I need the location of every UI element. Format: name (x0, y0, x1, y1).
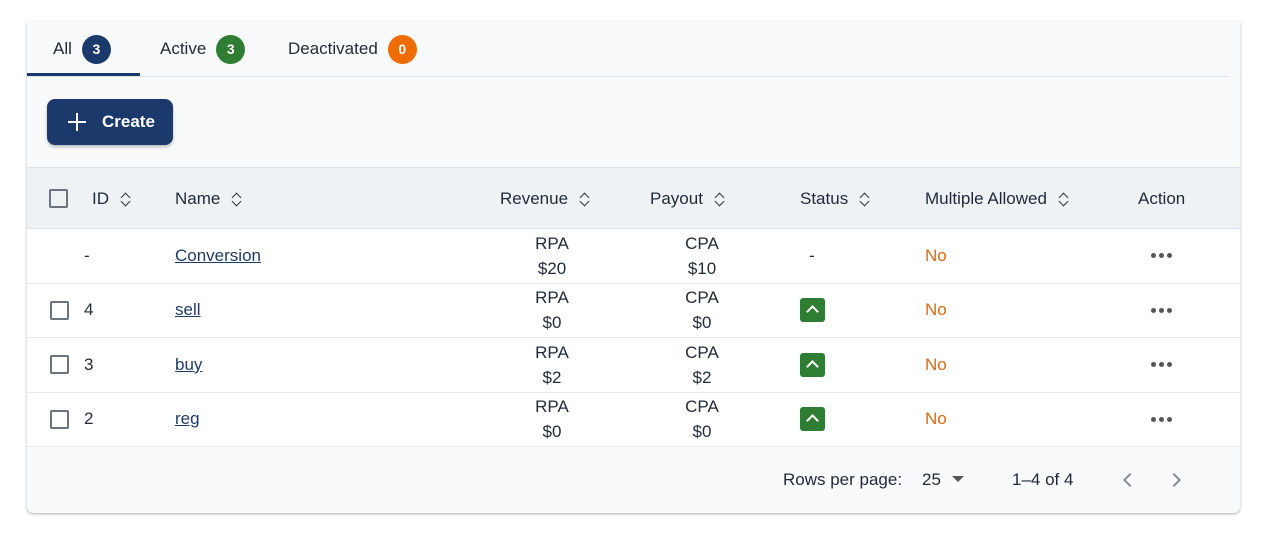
plus-icon (67, 112, 87, 132)
row-multiple-allowed: No (925, 300, 947, 320)
payout-type: CPA (685, 342, 719, 362)
header-payout-label: Payout (650, 188, 703, 208)
header-id-label: ID (92, 188, 109, 208)
header-action-label: Action (1138, 188, 1186, 208)
row-revenue: RPA $2 (522, 338, 582, 392)
row-name-link[interactable]: Conversion (175, 246, 261, 266)
events-table: ID Name Revenue Payout Status Multiple A… (27, 167, 1240, 447)
tab-all[interactable]: All 3 (53, 22, 111, 76)
table-header: ID Name Revenue Payout Status Multiple A… (27, 167, 1240, 229)
row-id: 2 (84, 409, 94, 429)
sort-icon (859, 191, 871, 207)
header-name-label: Name (175, 188, 221, 208)
active-tab-indicator (27, 73, 140, 76)
payout-value: $0 (692, 422, 712, 442)
table-row: 2 reg RPA $0 CPA $0 No (27, 392, 1240, 447)
sort-icon (579, 191, 591, 207)
sort-icon (231, 191, 243, 207)
tabs-bar: All 3 Active 3 Deactivated 0 (27, 22, 1229, 77)
create-button-label: Create (102, 112, 155, 131)
payout-value: $2 (692, 367, 712, 387)
row-revenue: RPA $0 (522, 284, 582, 338)
row-multiple-allowed: No (925, 245, 947, 265)
payout-type: CPA (685, 233, 719, 253)
payout-value: $10 (687, 258, 717, 278)
select-all-checkbox-cell (49, 168, 68, 229)
row-revenue: RPA $20 (522, 229, 582, 283)
tab-active-label: Active (160, 39, 207, 58)
revenue-type: RPA (535, 342, 569, 362)
revenue-type: RPA (535, 233, 569, 253)
payout-value: $0 (692, 313, 712, 333)
sort-icon (120, 191, 132, 207)
row-multiple-allowed: No (925, 354, 947, 374)
tab-deactivated-label: Deactivated (288, 39, 378, 58)
header-payout[interactable]: Payout (650, 168, 726, 229)
revenue-type: RPA (535, 288, 569, 308)
row-payout: CPA $0 (672, 284, 732, 338)
payout-type: CPA (685, 288, 719, 308)
header-status[interactable]: Status (800, 168, 871, 229)
table-row: 4 sell RPA $0 CPA $0 No (27, 283, 1240, 338)
row-payout: CPA $10 (672, 229, 732, 283)
status-active-icon[interactable] (800, 407, 825, 432)
revenue-value: $0 (542, 422, 562, 442)
row-payout: CPA $0 (672, 393, 732, 447)
header-status-label: Status (800, 188, 849, 208)
row-checkbox[interactable] (50, 409, 69, 429)
more-actions-icon[interactable] (1151, 416, 1172, 422)
select-all-checkbox[interactable] (49, 189, 68, 208)
row-name-link[interactable]: sell (175, 300, 201, 320)
more-actions-icon[interactable] (1151, 253, 1172, 259)
row-id: - (84, 245, 90, 265)
revenue-value: $0 (542, 313, 562, 333)
tab-all-count-badge: 3 (81, 34, 111, 64)
tab-active-count-badge: 3 (216, 34, 246, 64)
header-action: Action (1138, 168, 1185, 229)
revenue-value: $20 (537, 258, 567, 278)
status-active-icon[interactable] (800, 352, 825, 377)
revenue-value: $2 (542, 367, 562, 387)
header-id[interactable]: ID (92, 168, 132, 229)
caret-down-icon[interactable] (952, 476, 964, 482)
create-button[interactable]: Create (47, 99, 173, 145)
rows-per-page-select[interactable]: 25 (922, 470, 941, 490)
sort-icon (1058, 191, 1070, 207)
row-id: 3 (84, 354, 94, 374)
row-multiple-allowed: No (925, 409, 947, 429)
chevron-left-icon[interactable] (1122, 472, 1138, 488)
status-active-icon[interactable] (800, 298, 825, 323)
tab-all-label: All (53, 39, 72, 58)
sort-icon (714, 191, 726, 207)
rows-per-page-label: Rows per page: (783, 470, 903, 489)
events-card: All 3 Active 3 Deactivated 0 Create ID N… (27, 22, 1240, 513)
pagination-range: 1–4 of 4 (1012, 470, 1074, 489)
pagination-bar: Rows per page: 25 1–4 of 4 (27, 448, 1240, 513)
row-checkbox[interactable] (50, 355, 69, 375)
header-multiple-allowed[interactable]: Multiple Allowed (925, 168, 1070, 229)
header-multiple-allowed-label: Multiple Allowed (925, 188, 1047, 208)
row-id: 4 (84, 300, 94, 320)
row-name-link[interactable]: buy (175, 355, 202, 375)
header-name[interactable]: Name (175, 168, 243, 229)
table-row: - Conversion RPA $20 CPA $10 - No (27, 229, 1240, 284)
row-checkbox[interactable] (50, 300, 69, 320)
row-status: - (809, 245, 815, 265)
tab-deactivated[interactable]: Deactivated 0 (288, 22, 417, 76)
more-actions-icon[interactable] (1151, 362, 1172, 368)
row-name-link[interactable]: reg (175, 409, 200, 429)
chevron-right-icon[interactable] (1166, 472, 1182, 488)
row-revenue: RPA $0 (522, 393, 582, 447)
table-row: 3 buy RPA $2 CPA $2 No (27, 338, 1240, 393)
more-actions-icon[interactable] (1151, 307, 1172, 313)
tab-deactivated-count-badge: 0 (387, 34, 417, 64)
header-revenue[interactable]: Revenue (500, 168, 591, 229)
tab-active[interactable]: Active 3 (160, 22, 246, 76)
header-revenue-label: Revenue (500, 188, 569, 208)
row-payout: CPA $2 (672, 338, 732, 392)
payout-type: CPA (685, 397, 719, 417)
revenue-type: RPA (535, 397, 569, 417)
